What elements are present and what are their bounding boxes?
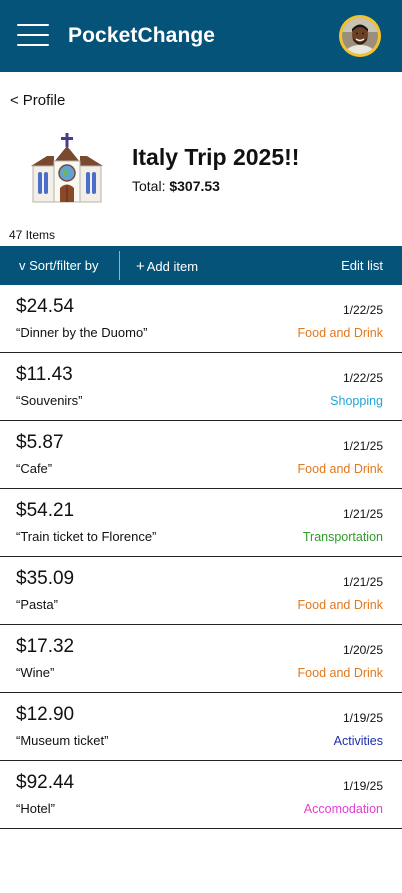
expense-date: 1/22/25 xyxy=(342,371,383,385)
expense-description: “Cafe” xyxy=(16,461,53,476)
expense-description: “Hotel” xyxy=(16,801,56,816)
back-link-label: Profile xyxy=(22,92,66,109)
expense-date: 1/19/25 xyxy=(342,711,383,725)
edit-list-button[interactable]: Edit list xyxy=(341,258,383,273)
chevron-left-icon: < xyxy=(10,92,19,109)
expense-category: Food and Drink xyxy=(297,598,383,612)
expense-amount: $24.54 xyxy=(16,296,75,317)
expense-row[interactable]: $92.44 1/19/25 “Hotel” Accomodation xyxy=(0,761,402,829)
expense-description: “Wine” xyxy=(16,665,55,680)
expense-row[interactable]: $54.21 1/21/25 “Train ticket to Florence… xyxy=(0,489,402,557)
expense-row[interactable]: $12.90 1/19/25 “Museum ticket” Activitie… xyxy=(0,693,402,761)
list-toolbar: v Sort/filter by + Add item Edit list xyxy=(0,246,402,285)
expense-amount: $35.09 xyxy=(16,568,75,589)
expense-date: 1/21/25 xyxy=(342,575,383,589)
expense-list: $24.54 1/22/25 “Dinner by the Duomo” Foo… xyxy=(0,285,402,829)
user-avatar[interactable] xyxy=(339,15,381,57)
expense-description: “Train ticket to Florence” xyxy=(16,529,157,544)
trip-total: Total: $307.53 xyxy=(132,178,220,194)
expense-category: Shopping xyxy=(330,394,383,408)
expense-row[interactable]: $24.54 1/22/25 “Dinner by the Duomo” Foo… xyxy=(0,285,402,353)
toolbar-divider xyxy=(119,251,120,280)
expense-amount: $17.32 xyxy=(16,636,75,657)
expense-date: 1/22/25 xyxy=(342,303,383,317)
app-header: PocketChange xyxy=(0,0,402,72)
avatar-photo-icon xyxy=(342,18,378,54)
expense-category: Food and Drink xyxy=(297,666,383,680)
expense-category: Transportation xyxy=(302,530,383,544)
expense-amount: $5.87 xyxy=(16,432,64,453)
expense-category: Activities xyxy=(333,734,383,748)
expense-amount: $92.44 xyxy=(16,772,75,793)
expense-date: 1/19/25 xyxy=(342,779,383,793)
expense-row[interactable]: $17.32 1/20/25 “Wine” Food and Drink xyxy=(0,625,402,693)
expense-date: 1/20/25 xyxy=(342,643,383,657)
expense-row[interactable]: $5.87 1/21/25 “Cafe” Food and Drink xyxy=(0,421,402,489)
plus-icon: + xyxy=(136,258,145,275)
expense-amount: $12.90 xyxy=(16,704,75,725)
expense-amount: $11.43 xyxy=(16,364,73,385)
app-title: PocketChange xyxy=(68,24,216,47)
back-to-profile-link[interactable]: < Profile xyxy=(10,92,65,109)
expense-description: “Souvenirs” xyxy=(16,393,83,408)
expense-category: Accomodation xyxy=(303,802,383,816)
expense-date: 1/21/25 xyxy=(342,439,383,453)
expense-description: “Museum ticket” xyxy=(16,733,109,748)
expense-description: “Pasta” xyxy=(16,597,58,612)
expense-amount: $54.21 xyxy=(16,500,75,521)
add-item-button[interactable]: + Add item xyxy=(136,258,198,275)
trip-total-label: Total: xyxy=(132,178,170,194)
add-item-label: Add item xyxy=(146,259,199,274)
hamburger-menu-icon[interactable] xyxy=(17,24,49,46)
expense-date: 1/21/25 xyxy=(342,507,383,521)
expense-row[interactable]: $35.09 1/21/25 “Pasta” Food and Drink xyxy=(0,557,402,625)
church-icon xyxy=(27,132,107,204)
expense-description: “Dinner by the Duomo” xyxy=(16,325,148,340)
expense-category: Food and Drink xyxy=(297,462,383,476)
expense-category: Food and Drink xyxy=(297,326,383,340)
trip-total-value: $307.53 xyxy=(169,178,220,194)
trip-title: Italy Trip 2025!! xyxy=(132,144,300,170)
expense-row[interactable]: $11.43 1/22/25 “Souvenirs” Shopping xyxy=(0,353,402,421)
sort-filter-button[interactable]: v Sort/filter by xyxy=(19,258,98,273)
item-count: 47 Items xyxy=(9,228,56,242)
